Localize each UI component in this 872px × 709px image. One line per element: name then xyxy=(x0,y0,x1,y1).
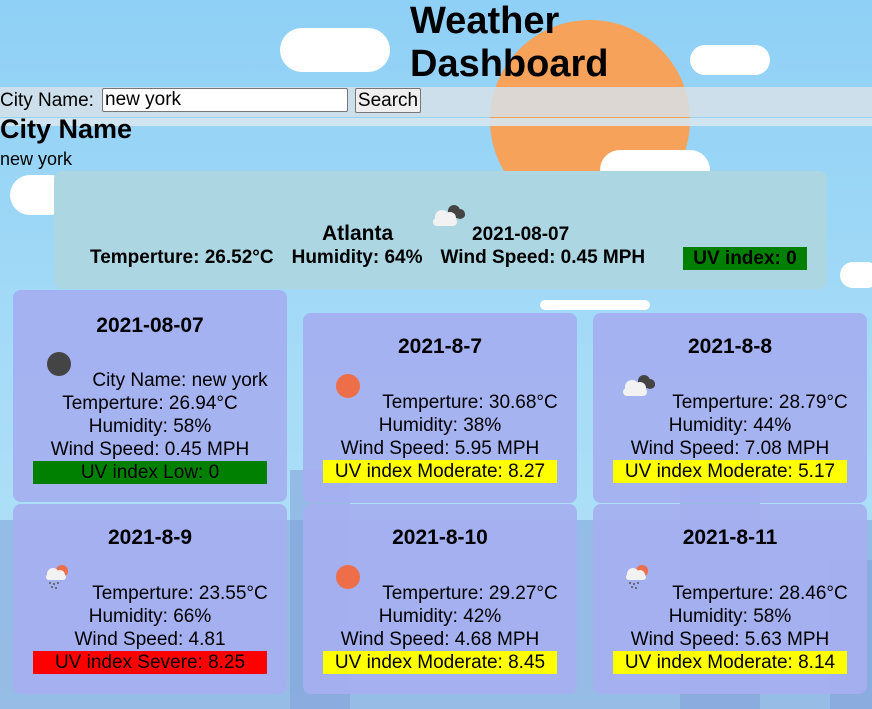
forecast-date: 2021-8-7 xyxy=(397,335,483,358)
forecast-card: 2021-8-10 Temperture: 29.27°C Humidity: … xyxy=(303,504,577,694)
forecast-uv-badge: UV index Moderate: 8.45 xyxy=(323,651,557,674)
search-bar: City Name: Search xyxy=(0,87,872,117)
city-name-heading: City Name xyxy=(0,114,133,144)
forecast-temperature: Temperture: 26.94°C xyxy=(62,393,238,414)
forecast-wind-speed: Wind Speed: 4.81 xyxy=(74,629,226,650)
forecast-uv-badge: UV index Moderate: 8.27 xyxy=(323,460,557,483)
current-stats: Temperture: 26.52°C Humidity: 64% Wind Spe… xyxy=(90,247,663,269)
current-date: 2021-08-07 xyxy=(472,224,570,245)
forecast-wind-speed: Wind Speed: 5.63 MPH xyxy=(630,629,830,650)
forecast-temperature: Temperture: 28.46°C xyxy=(672,583,848,604)
current-city-name: Atlanta xyxy=(322,222,394,245)
forecast-date: 2021-08-07 xyxy=(96,314,204,337)
forecast-wind-speed: Wind Speed: 0.45 MPH xyxy=(50,439,250,460)
search-button[interactable]: Search xyxy=(355,88,421,113)
forecast-card: 2021-8-9 Temperture: 23.55°C Humidity: 6… xyxy=(13,504,287,694)
current-humidity: Humidity: 64% xyxy=(291,247,423,268)
forecast-card: 2021-8-8 Temperture: 28.79°C Humidity: 4… xyxy=(593,313,867,503)
city-search-input[interactable] xyxy=(102,88,348,112)
forecast-city-line: City Name: new york xyxy=(92,370,268,391)
forecast-date: 2021-8-10 xyxy=(392,526,488,549)
forecast-uv-badge: UV index Moderate: 8.14 xyxy=(613,651,847,674)
forecast-humidity: Humidity: 58% xyxy=(668,606,792,627)
forecast-humidity: Humidity: 44% xyxy=(668,415,792,436)
current-weather-card: Atlanta 2021-08-07 Temperture: 26.52°C Hu… xyxy=(54,171,827,289)
city-name-value: new york xyxy=(0,149,73,169)
page-title: Weather Dashboard xyxy=(410,0,609,85)
forecast-humidity: Humidity: 38% xyxy=(378,415,502,436)
forecast-card: 2021-08-07 City Name: new york Tempertur… xyxy=(13,290,287,502)
forecast-humidity: Humidity: 42% xyxy=(378,606,502,627)
search-label: City Name: xyxy=(0,90,94,111)
current-uv-badge: UV index: 0 xyxy=(683,247,807,270)
forecast-date: 2021-8-9 xyxy=(107,526,193,549)
forecast-temperature: Temperture: 23.55°C xyxy=(92,583,268,604)
forecast-card: 2021-8-7 Temperture: 30.68°C Humidity: 3… xyxy=(303,313,577,503)
forecast-date: 2021-8-11 xyxy=(682,526,778,549)
forecast-uv-badge: UV index Severe: 8.25 xyxy=(33,651,267,674)
forecast-temperature: Temperture: 28.79°C xyxy=(672,392,848,413)
forecast-wind-speed: Wind Speed: 7.08 MPH xyxy=(630,438,830,459)
forecast-temperature: Temperture: 29.27°C xyxy=(382,583,558,604)
forecast-humidity: Humidity: 66% xyxy=(88,606,212,627)
forecast-uv-badge: UV index Moderate: 5.17 xyxy=(613,460,847,483)
current-wind-speed: Wind Speed: 0.45 MPH xyxy=(440,247,646,268)
forecast-date: 2021-8-8 xyxy=(687,335,773,358)
forecast-uv-badge: UV index Low: 0 xyxy=(33,461,267,484)
forecast-wind-speed: Wind Speed: 5.95 MPH xyxy=(340,438,540,459)
forecast-temperature: Temperture: 30.68°C xyxy=(382,392,558,413)
forecast-wind-speed: Wind Speed: 4.68 MPH xyxy=(340,629,540,650)
forecast-humidity: Humidity: 58% xyxy=(88,416,212,437)
forecast-card: 2021-8-11 Temperture: 28.46°C Humidity: … xyxy=(593,504,867,694)
broken-clouds-icon xyxy=(429,201,469,236)
current-temperature: Temperture: 26.52°C xyxy=(90,247,274,268)
